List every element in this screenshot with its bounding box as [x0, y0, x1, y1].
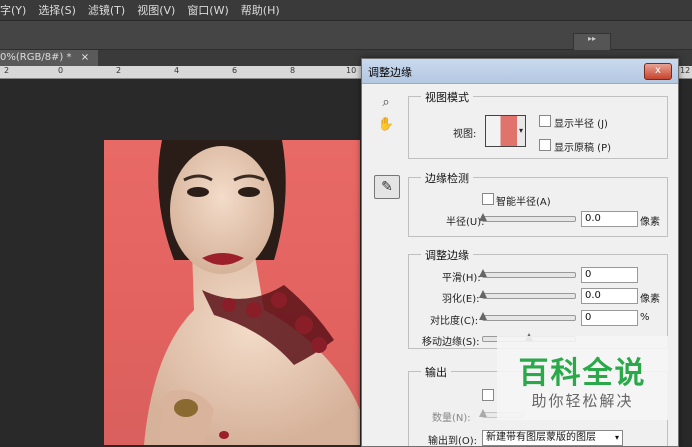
menu-help[interactable]: 帮助(H)	[241, 2, 280, 18]
ruler-tick: 6	[232, 66, 238, 75]
slider-thumb[interactable]	[479, 269, 487, 277]
close-icon[interactable]: ×	[81, 52, 89, 63]
smart-radius-label: 智能半径(A)	[496, 197, 551, 208]
output-to-value: 新建带有图层蒙版的图层	[486, 432, 596, 443]
output-to-select[interactable]: 新建带有图层蒙版的图层 ▾	[482, 430, 623, 446]
refine-radius-brush-icon[interactable]: ✎	[374, 175, 400, 199]
decontaminate-checkbox[interactable]	[482, 389, 494, 401]
output-legend: 输出	[421, 364, 451, 380]
show-original-label: 显示原稿 (P)	[554, 143, 612, 154]
document-tab[interactable]: 0%(RGB/8#) * ×	[0, 50, 98, 66]
show-original-checkbox[interactable]	[539, 139, 551, 151]
radius-unit: 像素	[640, 217, 660, 228]
slider-thumb[interactable]	[479, 409, 487, 417]
view-mode-legend: 视图模式	[421, 89, 473, 105]
document-tab-label: 0%(RGB/8#) *	[0, 52, 72, 63]
radius-slider[interactable]	[479, 213, 576, 222]
menu-window[interactable]: 窗口(W)	[187, 2, 228, 18]
contrast-slider[interactable]	[479, 312, 576, 321]
watermark-subtitle: 助你轻松解决	[531, 392, 634, 410]
document-image[interactable]	[104, 140, 360, 445]
portrait-photo	[144, 140, 360, 445]
watermark-logo: 百科全说 助你轻松解决	[497, 336, 668, 420]
chevron-down-icon[interactable]: ▾	[517, 115, 526, 147]
chevron-down-icon: ▾	[614, 433, 619, 442]
feather-input[interactable]: 0.0	[581, 288, 638, 304]
hand-icon[interactable]: ✋	[376, 117, 396, 135]
smooth-label: 平滑(H):	[442, 273, 481, 284]
shift-edge-label: 移动边缘(S):	[422, 337, 480, 348]
menu-type[interactable]: 字(Y)	[0, 2, 26, 18]
contrast-label: 对比度(C):	[430, 316, 479, 327]
menu-bar: 字(Y) 选择(S) 滤镜(T) 视图(V) 窗口(W) 帮助(H)	[0, 0, 692, 21]
ruler-tick: 4	[174, 66, 180, 75]
smart-radius-checkbox[interactable]	[482, 193, 494, 205]
ruler-tick: 8	[290, 66, 296, 75]
ruler-tick: 10	[346, 66, 357, 75]
radius-input[interactable]: 0.0	[581, 211, 638, 227]
feather-slider[interactable]	[479, 290, 576, 299]
ruler-tick: 12	[680, 66, 691, 75]
contrast-unit: %	[640, 312, 650, 323]
show-radius-label: 显示半径 (J)	[554, 119, 608, 130]
feather-unit: 像素	[640, 294, 660, 305]
menu-filter[interactable]: 滤镜(T)	[88, 2, 125, 18]
slider-thumb[interactable]	[479, 213, 487, 221]
view-mode-thumbnail[interactable]	[485, 115, 519, 147]
ruler-tick: 2	[4, 66, 10, 75]
adjust-edge-legend: 调整边缘	[421, 247, 473, 263]
view-mode-group: 视图模式	[408, 89, 668, 159]
menu-view[interactable]: 视图(V)	[137, 2, 175, 18]
show-radius-checkbox[interactable]	[539, 115, 551, 127]
amount-label: 数量(N):	[432, 413, 471, 424]
dialog-title: 调整边缘	[368, 66, 412, 79]
ruler-tick: 0	[58, 66, 64, 75]
dialog-close-button[interactable]: x	[644, 63, 672, 80]
view-label: 视图:	[453, 129, 477, 140]
watermark-title: 百科全说	[518, 356, 647, 391]
magnifier-icon[interactable]: ⌕	[376, 95, 396, 113]
smooth-input[interactable]: 0	[581, 267, 638, 283]
close-icon: x	[655, 65, 661, 76]
slider-thumb[interactable]	[479, 312, 487, 320]
slider-thumb[interactable]	[479, 290, 487, 298]
menu-select[interactable]: 选择(S)	[38, 2, 76, 18]
edge-detection-legend: 边缘检测	[421, 170, 473, 186]
dialog-titlebar[interactable]: 调整边缘 x	[362, 59, 678, 84]
double-arrow-icon: ▸▸	[587, 34, 597, 43]
smooth-slider[interactable]	[479, 269, 576, 278]
feather-label: 羽化(E):	[442, 294, 480, 305]
ruler-tick: 2	[116, 66, 122, 75]
contrast-input[interactable]: 0	[581, 310, 638, 326]
